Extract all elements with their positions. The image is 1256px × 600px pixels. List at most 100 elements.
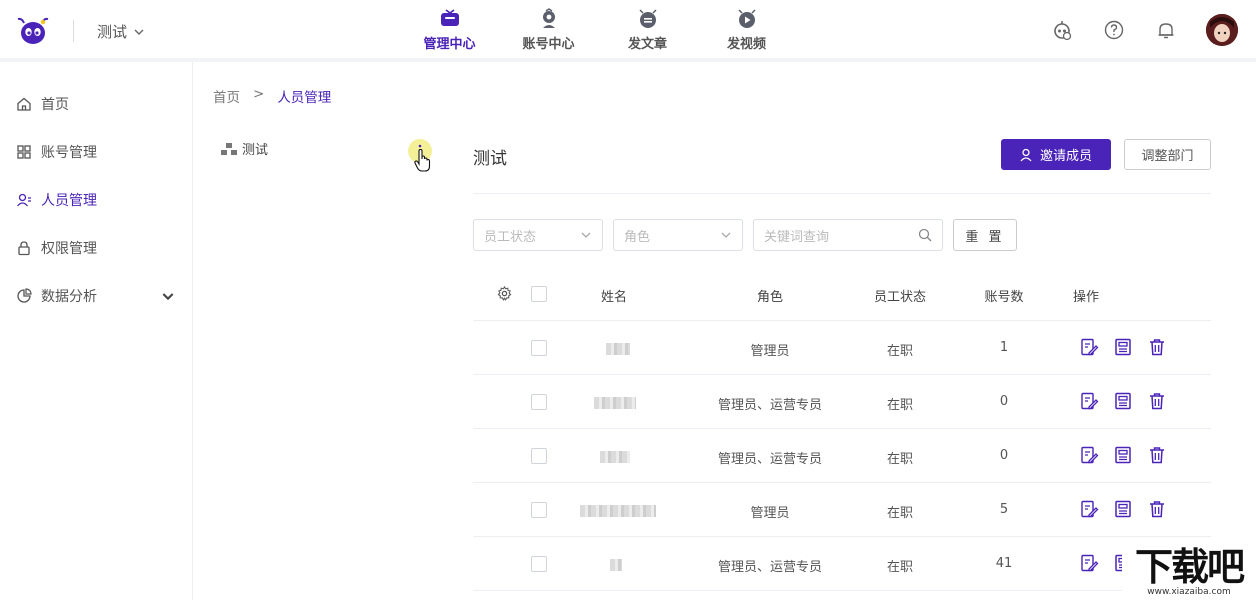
lock-icon xyxy=(18,241,30,256)
name-redacted xyxy=(610,559,622,571)
sidebar-item-analytics[interactable]: 数据分析 xyxy=(16,286,176,306)
top-nav: 管理中心 账号中心 发文章 发视频 xyxy=(400,8,796,52)
watermark-url: www.xiazaiba.com xyxy=(1147,587,1231,597)
keyword-search-input[interactable]: 关键词查询 xyxy=(753,219,943,251)
sidebar-item-members[interactable]: 人员管理 xyxy=(16,190,176,210)
row-checkbox[interactable] xyxy=(531,556,547,572)
watermark-logo: 下载吧 www.xiazaiba.com xyxy=(1122,544,1256,600)
nav-post-article[interactable]: 发文章 xyxy=(598,8,697,52)
cell-accounts: 5 xyxy=(999,502,1009,517)
name-redacted xyxy=(580,505,656,517)
table-row: 管理员、运营专员 在职 0 xyxy=(473,429,1211,483)
nav-label: 管理中心 xyxy=(423,37,476,52)
adjust-department-button[interactable]: 调整部门 xyxy=(1124,139,1211,170)
edit-icon[interactable] xyxy=(1079,337,1099,357)
name-redacted xyxy=(606,343,630,355)
logo-icon[interactable] xyxy=(16,14,50,48)
nav-post-video[interactable]: 发视频 xyxy=(697,8,796,52)
sidebar-item-label: 人员管理 xyxy=(41,193,97,209)
breadcrumb-current: 人员管理 xyxy=(277,90,332,106)
delete-icon[interactable] xyxy=(1147,499,1167,519)
detail-icon[interactable] xyxy=(1113,445,1133,465)
cell-status: 在职 xyxy=(886,398,914,413)
column-header-actions: 操作 xyxy=(1072,290,1100,305)
role-filter-placeholder: 角色 xyxy=(624,229,651,245)
grid-icon xyxy=(17,145,31,159)
bell-icon[interactable] xyxy=(1154,18,1178,42)
select-all-checkbox[interactable] xyxy=(531,286,547,302)
nav-manage-center[interactable]: 管理中心 xyxy=(400,8,499,52)
breadcrumb: 首页 > 人员管理 xyxy=(213,86,331,106)
table-row: 管理员 在职 1 xyxy=(473,321,1211,375)
detail-icon[interactable] xyxy=(1113,337,1133,357)
edit-icon[interactable] xyxy=(1079,391,1099,411)
cell-status: 在职 xyxy=(886,506,914,521)
nav-label: 发文章 xyxy=(627,37,667,52)
reset-button[interactable]: 重 置 xyxy=(953,219,1017,251)
cell-accounts: 1 xyxy=(999,340,1009,355)
gear-icon[interactable] xyxy=(497,286,512,301)
workspace-name: 测试 xyxy=(97,23,128,41)
home-icon xyxy=(17,97,31,111)
sidebar-item-accounts[interactable]: 账号管理 xyxy=(16,142,176,162)
nav-label: 账号中心 xyxy=(522,37,575,52)
status-filter-placeholder: 员工状态 xyxy=(484,229,537,245)
column-header-name: 姓名 xyxy=(600,290,628,305)
help-icon[interactable] xyxy=(1102,18,1126,42)
row-checkbox[interactable] xyxy=(531,394,547,410)
detail-icon[interactable] xyxy=(1113,499,1133,519)
nav-label: 发视频 xyxy=(726,37,766,52)
article-icon xyxy=(638,9,657,28)
sidebar-item-permissions[interactable]: 权限管理 xyxy=(16,238,176,258)
invite-member-button[interactable]: 邀请成员 xyxy=(1001,139,1111,170)
role-filter-select[interactable]: 角色 xyxy=(613,219,743,251)
header-divider xyxy=(73,20,74,42)
row-checkbox[interactable] xyxy=(531,448,547,464)
nav-account-center[interactable]: 账号中心 xyxy=(499,8,598,52)
dept-tree-root[interactable]: 测试 xyxy=(220,139,268,158)
chevron-down-icon xyxy=(162,293,174,301)
delete-icon[interactable] xyxy=(1147,445,1167,465)
org-chart-icon xyxy=(221,142,237,155)
dept-name: 测试 xyxy=(242,143,269,158)
edit-icon[interactable] xyxy=(1079,553,1099,573)
cell-accounts: 0 xyxy=(999,448,1009,463)
cell-accounts: 0 xyxy=(999,394,1009,409)
column-header-status: 员工状态 xyxy=(873,290,927,305)
avatar[interactable] xyxy=(1206,14,1238,46)
row-checkbox[interactable] xyxy=(531,502,547,518)
robot-icon[interactable] xyxy=(1050,18,1074,42)
sidebar-item-home[interactable]: 首页 xyxy=(16,94,176,114)
status-filter-select[interactable]: 员工状态 xyxy=(473,219,603,251)
user-icon xyxy=(17,193,31,207)
breadcrumb-separator: > xyxy=(253,86,265,102)
sidebar: 首页 账号管理 人员管理 权限管理 数据分析 xyxy=(0,62,193,600)
name-redacted xyxy=(594,397,636,409)
cell-status: 在职 xyxy=(886,344,914,359)
breadcrumb-home[interactable]: 首页 xyxy=(213,86,240,106)
invite-label: 邀请成员 xyxy=(1039,149,1092,164)
watermark-text: 下载吧 xyxy=(1134,545,1245,589)
cell-role: 管理员 xyxy=(750,506,790,521)
section-title: 测试 xyxy=(473,149,507,169)
sidebar-item-label: 首页 xyxy=(41,97,69,113)
delete-icon[interactable] xyxy=(1147,391,1167,411)
row-checkbox[interactable] xyxy=(531,340,547,356)
cell-role: 管理员、运营专员 xyxy=(717,398,823,413)
chevron-down-icon xyxy=(721,232,731,238)
workspace-switcher[interactable]: 测试 xyxy=(97,21,145,42)
cell-role: 管理员、运营专员 xyxy=(717,452,823,467)
tv-icon xyxy=(440,9,459,26)
account-icon xyxy=(542,8,555,28)
cell-role: 管理员、运营专员 xyxy=(717,560,823,575)
detail-icon[interactable] xyxy=(1113,391,1133,411)
edit-icon[interactable] xyxy=(1079,499,1099,519)
video-icon xyxy=(737,9,756,28)
hand-cursor-icon xyxy=(414,148,432,177)
edit-icon[interactable] xyxy=(1079,445,1099,465)
name-redacted xyxy=(600,451,630,463)
section-divider xyxy=(473,193,1211,194)
search-placeholder: 关键词查询 xyxy=(764,229,830,245)
cell-role: 管理员 xyxy=(750,344,790,359)
delete-icon[interactable] xyxy=(1147,337,1167,357)
